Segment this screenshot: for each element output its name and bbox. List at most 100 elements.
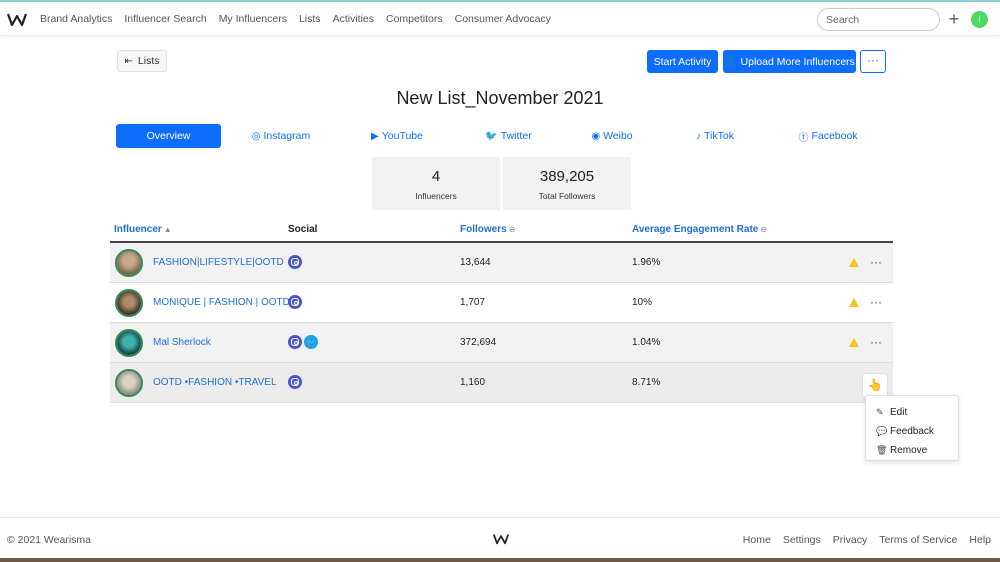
influencer-name[interactable]: FASHION|LIFESTYLE|OOTD (153, 257, 284, 268)
instagram-icon[interactable] (288, 255, 302, 269)
social-icons: 🐦 (288, 335, 320, 349)
footer-logo (493, 534, 509, 545)
footer-link-terms[interactable]: Terms of Service (879, 534, 957, 546)
engagement-value: 8.71% (632, 377, 661, 388)
influencer-avatar[interactable] (115, 369, 143, 397)
influencer-avatar[interactable] (115, 289, 143, 317)
sort-icon: ⊖ (508, 225, 516, 234)
influencer-avatar[interactable] (115, 249, 143, 277)
table-row[interactable]: FASHION|LIFESTYLE|OOTD 13,644 1.96% ··· (110, 243, 893, 283)
tab-overview[interactable]: Overview (116, 124, 221, 148)
tab-label: Facebook (811, 130, 858, 142)
instagram-icon[interactable] (288, 375, 302, 389)
influencers-table: Influencer ▲ Social Followers ⊖ Average En… (110, 220, 893, 403)
tab-label: Twitter (500, 130, 532, 142)
tab-label: TikTok (704, 130, 734, 142)
menu-item-edit[interactable]: ✎ Edit (866, 403, 958, 422)
tab-tiktok[interactable]: ♪ TikTok (687, 124, 743, 148)
header-label: Followers (460, 224, 507, 235)
nav-activities[interactable]: Activities (333, 13, 374, 25)
nav-competitors[interactable]: Competitors (386, 13, 443, 25)
nav-influencer-search[interactable]: Influencer Search (124, 13, 206, 25)
tab-label: Weibo (603, 130, 633, 142)
stat-label: Influencers (415, 191, 457, 201)
tab-label: Overview (146, 130, 191, 142)
menu-label: Remove (890, 445, 928, 456)
stat-label: Total Followers (538, 191, 596, 201)
speech-bubble-icon: 💬 (876, 426, 888, 436)
table-row[interactable]: MONIQUE | FASHION | OOTD 1,707 10% ··· (110, 283, 893, 323)
user-avatar[interactable]: i (971, 11, 988, 28)
footer-link-privacy[interactable]: Privacy (833, 534, 867, 546)
wearisma-logo[interactable] (7, 11, 27, 27)
footer-link-home[interactable]: Home (743, 534, 771, 546)
tiktok-icon: ♪ (696, 130, 702, 142)
header-social: Social (288, 224, 318, 235)
row-more-button[interactable]: ··· (869, 252, 883, 272)
tab-weibo[interactable]: ◉ Weibo (584, 124, 640, 148)
followers-value: 1,707 (460, 297, 486, 308)
weibo-icon: ◉ (591, 130, 601, 142)
engagement-value: 1.96% (632, 257, 661, 268)
influencer-name[interactable]: Mal Sherlock (153, 337, 211, 348)
social-icons (288, 295, 304, 309)
table-row[interactable]: Mal Sherlock 🐦 372,694 1.04% ··· (110, 323, 893, 363)
facebook-icon: ⓕ (798, 132, 809, 144)
header-influencer[interactable]: Influencer ▲ (114, 224, 172, 235)
warning-icon[interactable] (849, 338, 859, 347)
footer-link-settings[interactable]: Settings (783, 534, 821, 546)
header-label: Influencer (114, 224, 162, 235)
tab-label: Instagram (263, 130, 311, 142)
upload-label: Upload More Influencers (740, 55, 855, 68)
nav-lists[interactable]: Lists (299, 13, 321, 25)
table-header: Influencer ▲ Social Followers ⊖ Average En… (110, 220, 893, 243)
menu-label: Edit (890, 407, 908, 418)
followers-value: 1,160 (460, 377, 486, 388)
instagram-icon[interactable] (288, 335, 302, 349)
row-more-button-active[interactable]: 👆 (862, 373, 888, 397)
nav-consumer-advocacy[interactable]: Consumer Advocacy (455, 13, 551, 25)
influencer-name[interactable]: OOTD •FASHION •TRAVEL (153, 377, 277, 388)
instagram-icon: ◎ (251, 130, 261, 142)
nav-my-influencers[interactable]: My Influencers (219, 13, 287, 25)
menu-item-feedback[interactable]: 💬 Feedback (866, 422, 958, 441)
twitter-icon: 🐦 (485, 130, 498, 142)
row-more-button[interactable]: ··· (869, 292, 883, 312)
footer-link-help[interactable]: Help (969, 534, 991, 546)
stat-value: 389,205 (539, 168, 595, 185)
header-engagement[interactable]: Average Engagement Rate ⊖ (632, 224, 767, 235)
search-input[interactable] (817, 8, 940, 31)
tab-facebook[interactable]: ⓕ Facebook (794, 124, 862, 148)
row-more-button[interactable]: ··· (869, 332, 883, 352)
upload-more-influencers-button[interactable]: 👤 Upload More Influencers (723, 50, 856, 73)
more-options-button[interactable]: ··· (860, 50, 886, 73)
back-label: Lists (137, 55, 160, 67)
tab-twitter[interactable]: 🐦 Twitter (476, 124, 541, 148)
tab-youtube[interactable]: ▶ YouTube (361, 124, 433, 148)
copyright: © 2021 Wearisma (7, 534, 91, 546)
trash-icon: 🗑 (876, 445, 888, 455)
tab-instagram[interactable]: ◎ Instagram (241, 124, 321, 148)
nav-brand-analytics[interactable]: Brand Analytics (40, 13, 112, 25)
platform-tabs: Overview ◎ Instagram ▶ YouTube 🐦 Twitter… (116, 124, 893, 148)
footer: © 2021 Wearisma Home Settings Privacy Te… (0, 517, 1000, 557)
twitter-icon[interactable]: 🐦 (304, 335, 318, 349)
add-plus-icon[interactable]: + (946, 8, 962, 30)
header-followers[interactable]: Followers ⊖ (460, 224, 515, 235)
pencil-icon: ✎ (876, 407, 884, 417)
warning-icon[interactable] (849, 298, 859, 307)
start-activity-button[interactable]: Start Activity (647, 50, 718, 73)
engagement-value: 1.04% (632, 337, 661, 348)
instagram-icon[interactable] (288, 295, 302, 309)
bottom-image-strip (0, 558, 1000, 562)
menu-item-remove[interactable]: 🗑 Remove (866, 441, 958, 460)
influencer-name[interactable]: MONIQUE | FASHION | OOTD (153, 297, 290, 308)
warning-icon[interactable] (849, 258, 859, 267)
back-to-lists-button[interactable]: ⇤ Lists (117, 50, 167, 72)
social-icons (288, 375, 304, 389)
stat-total-followers: 389,205 Total Followers (503, 157, 631, 210)
social-icons (288, 255, 304, 269)
sort-asc-icon: ▲ (163, 225, 172, 234)
table-row[interactable]: OOTD •FASHION •TRAVEL 1,160 8.71% 👆 (110, 363, 893, 403)
influencer-avatar[interactable] (115, 329, 143, 357)
